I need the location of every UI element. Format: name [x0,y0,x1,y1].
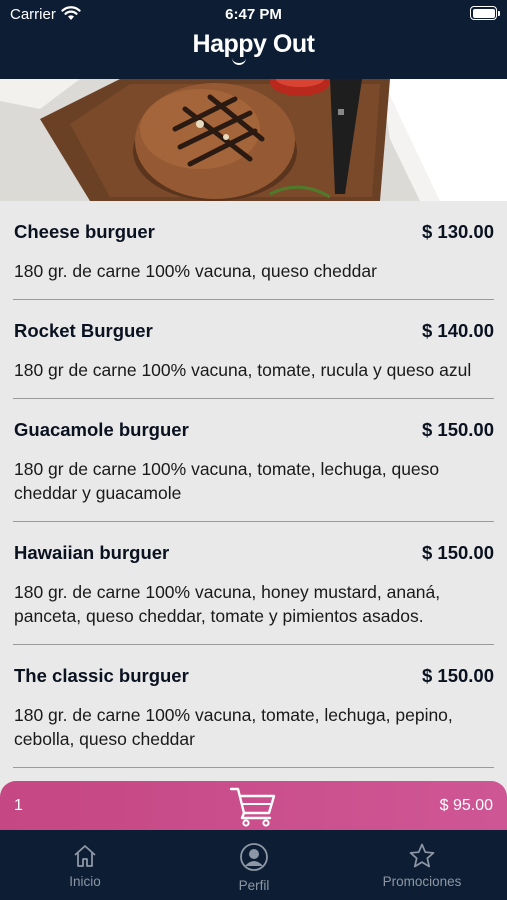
item-price: $ 150.00 [421,665,494,686]
home-icon [74,845,96,867]
cart-summary-bar[interactable]: 1 $ 95.00 [0,781,507,830]
item-name: Guacamole burguer [14,419,189,440]
cart-item-count: 1 [14,797,23,814]
item-description: 180 gr de carne 100% vacuna, tomate, lec… [14,459,440,503]
cart-total: $ 95.00 [439,797,493,814]
tab-label: Promociones [382,874,462,889]
tab-promociones[interactable]: Promociones [362,830,482,900]
item-description: 180 gr. de carne 100% vacuna, queso ched… [14,261,377,281]
item-name: Rocket Burguer [14,320,153,341]
brand-logo: Happy Out [192,30,315,58]
logo-smile-mark [232,58,246,65]
hero-burger-image [0,79,507,201]
item-price: $ 150.00 [421,542,494,563]
status-time: 6:47 PM [225,6,282,23]
item-price: $ 130.00 [421,221,494,242]
menu-item[interactable]: The classic burguer $ 150.00 180 gr. de … [13,645,494,768]
menu-item[interactable]: Guacamole burguer $ 150.00 180 gr de car… [13,399,494,522]
bottom-tab-bar: Inicio Perfil Promociones [0,830,507,900]
item-price: $ 150.00 [421,419,494,440]
star-icon [409,843,435,868]
tab-inicio[interactable]: Inicio [25,830,145,900]
menu-item[interactable]: Rocket Burguer $ 140.00 180 gr de carne … [13,300,494,399]
menu-item[interactable]: Cheese burguer $ 130.00 180 gr. de carne… [13,201,494,300]
item-description: 180 gr. de carne 100% vacuna, tomate, le… [14,705,453,749]
item-name: Cheese burguer [14,221,155,242]
cart-icon[interactable] [229,785,277,827]
status-bar: Carrier 6:47 PM [0,0,507,28]
top-navigation-bar: Carrier 6:47 PM Happy Out [0,0,507,79]
item-name: Hawaiian burguer [14,542,170,563]
item-price: $ 140.00 [421,320,494,341]
item-name: The classic burguer [14,665,189,686]
battery-icon [470,6,500,20]
menu-item[interactable]: Hawaiian burguer $ 150.00 180 gr. de car… [13,522,494,645]
tab-label: Perfil [238,878,270,893]
item-description: 180 gr. de carne 100% vacuna, honey must… [14,582,441,626]
item-description: 180 gr de carne 100% vacuna, tomate, ruc… [14,360,472,380]
tab-label: Inicio [69,874,101,889]
menu-list[interactable]: Cheese burguer $ 130.00 180 gr. de carne… [0,201,507,781]
tab-perfil[interactable]: Perfil [194,830,314,900]
profile-icon [240,843,268,871]
